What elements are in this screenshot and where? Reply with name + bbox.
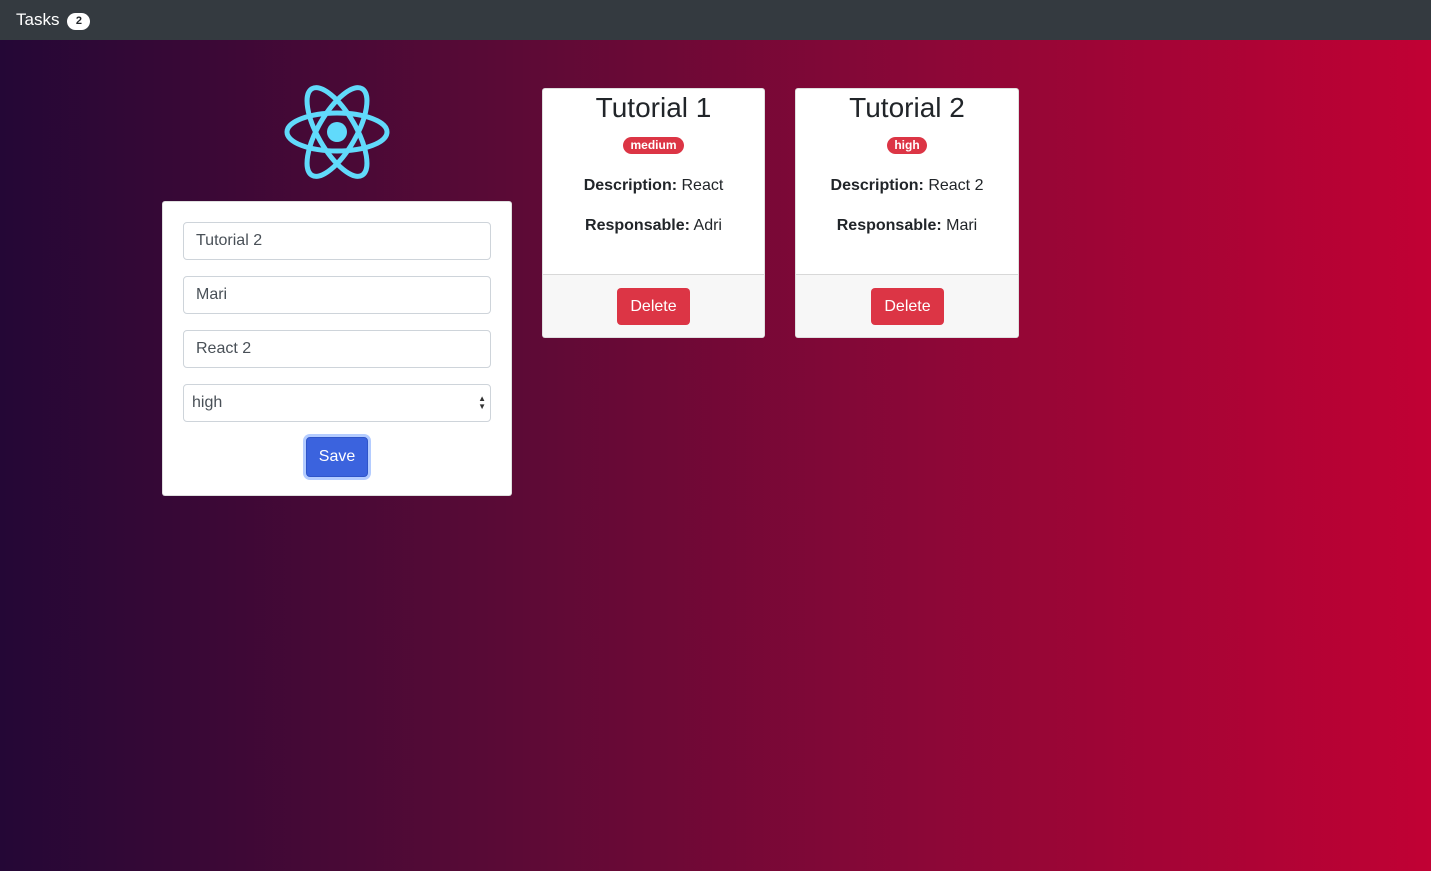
priority-badge: medium (623, 137, 684, 154)
task-form: Tutorial 2 Mari React 2 high ▲ ▼ Save (162, 201, 512, 496)
description-label: Description: (830, 177, 924, 194)
responsible-value: Adri (693, 217, 722, 234)
description-label: Description: (583, 177, 678, 194)
navbar-title: Tasks (16, 10, 60, 29)
description-input[interactable]: React 2 (183, 330, 491, 368)
task-card: Tutorial 2 high Description: React 2 Res… (795, 88, 1019, 338)
description-value: React (681, 177, 724, 194)
save-button[interactable]: Save (306, 437, 368, 477)
card-footer: Delete (796, 274, 1018, 337)
task-title: Tutorial 2 (849, 92, 965, 123)
task-description: Description: React 2 (796, 176, 1018, 196)
priority-select[interactable]: high ▲ ▼ (183, 384, 491, 422)
task-description: Description: React (543, 176, 764, 196)
responsible-input[interactable]: Mari (183, 276, 491, 314)
select-arrows-icon: ▲ ▼ (478, 394, 486, 411)
react-atom-icon (282, 76, 392, 188)
navbar-brand[interactable]: Tasks 2 (16, 10, 91, 30)
task-count-badge: 2 (67, 12, 91, 30)
task-responsible: Responsable: Mari (796, 216, 1018, 236)
priority-select-value: high (192, 394, 223, 411)
responsible-value: Mari (946, 217, 978, 234)
responsible-label: Responsable: (836, 217, 942, 234)
navbar: Tasks 2 (0, 0, 1431, 40)
task-card: Tutorial 1 medium Description: React Res… (542, 88, 765, 338)
delete-button[interactable]: Delete (617, 288, 690, 325)
delete-button[interactable]: Delete (871, 288, 944, 325)
task-responsible: Responsable: Adri (543, 216, 764, 236)
responsible-label: Responsable: (585, 217, 690, 234)
card-footer: Delete (543, 274, 764, 337)
description-value: React 2 (928, 177, 984, 194)
title-input[interactable]: Tutorial 2 (183, 222, 491, 260)
task-title: Tutorial 1 (595, 92, 712, 123)
priority-badge: high (887, 137, 927, 154)
